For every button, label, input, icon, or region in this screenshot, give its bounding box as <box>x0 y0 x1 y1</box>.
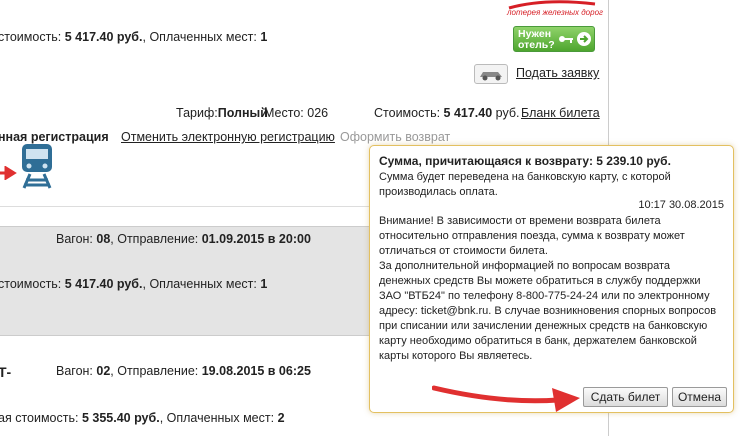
section3-wagon-departure: Вагон: 02, Отправление: 19.08.2015 в 06:… <box>56 364 311 378</box>
tariff-label: Тариф: <box>176 106 218 120</box>
ticket-cost-label: Стоимость: <box>374 106 444 120</box>
section3-title: Т- <box>0 364 12 380</box>
red-arrow-large-icon <box>432 385 580 412</box>
ticket-blank-link[interactable]: Бланк билета <box>521 106 600 120</box>
cost-value: 5 355.40 руб. <box>81 411 160 425</box>
paid-seats-label: , Оплаченных мест: <box>142 30 261 44</box>
train-icon <box>22 144 52 189</box>
cost-value: 5 417.40 руб. <box>64 277 143 291</box>
refund-amount-heading: Сумма, причитающаяся к возврату: 5 239.1… <box>379 154 671 168</box>
ticket-cost: Стоимость: 5 417.40 руб. <box>374 106 520 120</box>
car-icon <box>474 64 508 84</box>
cancel-registration-link[interactable]: Отменить электронную регистрацию <box>121 130 335 144</box>
cost-value: 5 417.40 руб. <box>64 30 143 44</box>
rzd-lottery-logo: лотерея железных дорог <box>505 0 603 18</box>
refund-timestamp: 10:17 30.08.2015 <box>638 199 724 211</box>
section2-wagon-departure: Вагон: 08, Отправление: 01.09.2015 в 20:… <box>56 232 311 246</box>
wagon-label: Вагон: <box>56 364 97 378</box>
wagon-value: 08 <box>96 232 111 246</box>
refund-transfer-note: Сумма будет переведена на банковскую кар… <box>379 171 671 198</box>
refund-link[interactable]: Оформить возврат <box>340 130 450 144</box>
refund-support-info: За дополнительной информацией по вопроса… <box>379 260 717 362</box>
ticket-cost-value: 5 417.40 <box>443 106 493 120</box>
wagon-label: Вагон: <box>56 232 97 246</box>
key-icon <box>559 36 573 43</box>
departure-value: 01.09.2015 в 20:00 <box>201 232 311 246</box>
ticket-tariff: Тариф:Полный <box>176 106 268 120</box>
section3-cost-line: ая стоимость: 5 355.40 руб., Оплаченных … <box>0 411 285 425</box>
paid-seats-value: 1 <box>260 277 268 291</box>
departure-label: , Отправление: <box>110 364 202 378</box>
submit-ticket-button[interactable]: Сдать билет <box>583 387 668 407</box>
cost-label: ая стоимость: <box>0 411 82 425</box>
cost-label: стоимость: <box>0 277 65 291</box>
departure-label: , Отправление: <box>110 232 202 246</box>
departure-value: 19.08.2015 в 06:25 <box>201 364 311 378</box>
section2-cost-line: стоимость: 5 417.40 руб., Оплаченных мес… <box>0 277 267 291</box>
order-cost-line: стоимость: 5 417.40 руб., Оплаченных мес… <box>0 30 267 44</box>
refund-warning: Внимание! В зависимости от времени возвр… <box>379 215 685 257</box>
need-hotel-button[interactable]: Нужен отель? <box>513 26 595 52</box>
arrow-right-circle-icon <box>577 32 591 46</box>
paid-seats-value: 1 <box>260 30 268 44</box>
cancel-button[interactable]: Отмена <box>672 387 727 407</box>
tariff-value: Полный <box>217 106 268 120</box>
ticket-seat: Место: 026 <box>264 106 329 120</box>
paid-seats-label: , Оплаченных мест: <box>142 277 261 291</box>
ticket-cost-unit: руб. <box>492 106 520 120</box>
submit-request-link[interactable]: Подать заявку <box>516 66 599 80</box>
cost-label: стоимость: <box>0 30 65 44</box>
paid-seats-label: , Оплаченных мест: <box>159 411 278 425</box>
refund-confirmation-popup: Сумма, причитающаяся к возврату: 5 239.1… <box>369 145 734 413</box>
wagon-value: 02 <box>96 364 111 378</box>
paid-seats-value: 2 <box>277 411 285 425</box>
logo-text: лотерея железных дорог <box>507 8 603 17</box>
